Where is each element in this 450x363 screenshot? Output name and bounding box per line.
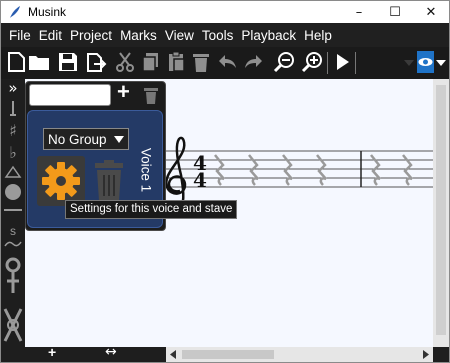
group-select-value: No Group	[48, 131, 107, 147]
toolbar-separator-2	[355, 52, 356, 74]
vertical-scroll-thumb[interactable]	[436, 85, 446, 335]
menu-help[interactable]: Help	[300, 28, 336, 43]
voice-settings-button[interactable]	[37, 156, 85, 206]
window-title: Musink	[28, 5, 67, 19]
pedal-icon[interactable]	[3, 257, 23, 295]
left-tool-strip: » ♯ ♭ s	[1, 79, 25, 347]
expand-panel-button[interactable]: »	[3, 79, 23, 97]
minimize-button[interactable]: –	[341, 1, 377, 23]
menu-playback[interactable]: Playback	[237, 28, 300, 43]
horizontal-scroll-thumb[interactable]	[182, 350, 274, 359]
vertical-scrollbar[interactable]	[433, 79, 449, 347]
menu-edit[interactable]: Edit	[35, 28, 66, 43]
sharp-icon[interactable]: ♯	[3, 121, 23, 140]
tie-icon[interactable]	[3, 305, 23, 345]
export-icon[interactable]	[85, 51, 107, 73]
toolbar-separator	[327, 52, 328, 74]
view-dropdown-icon[interactable]	[434, 51, 448, 73]
toolbar	[1, 47, 449, 79]
triangle-icon[interactable]	[3, 165, 23, 179]
app-window: Musink – ☐ ✕ File Edit Project Marks Vie…	[0, 0, 450, 363]
trash-icon	[95, 160, 123, 201]
menu-tools[interactable]: Tools	[198, 28, 238, 43]
close-button[interactable]: ✕	[413, 1, 449, 23]
delete-voice-icon[interactable]	[143, 87, 159, 105]
zoom-in-icon[interactable]	[301, 51, 323, 73]
flat-icon[interactable]: ♭	[3, 143, 23, 162]
time-signature-bottom: 4	[193, 168, 207, 192]
voice-label-text: Voice 1	[138, 147, 154, 193]
save-icon[interactable]	[57, 51, 79, 73]
window-controls: – ☐ ✕	[341, 1, 449, 23]
view-eye-icon[interactable]	[417, 51, 434, 73]
paste-icon[interactable]	[165, 51, 187, 73]
resize-panel-button[interactable]: ↔	[105, 344, 117, 360]
app-feather-icon	[10, 6, 20, 18]
gear-icon	[42, 162, 80, 200]
title-bar: Musink – ☐ ✕	[1, 1, 449, 23]
zoom-out-icon[interactable]	[273, 51, 295, 73]
horizontal-scrollbar[interactable]	[166, 347, 433, 362]
add-stave-button[interactable]: +	[48, 344, 56, 360]
menu-project[interactable]: Project	[66, 28, 116, 43]
copy-icon[interactable]	[140, 51, 162, 73]
delete-stave-button[interactable]	[88, 159, 130, 205]
voice-name-input[interactable]	[29, 84, 111, 106]
menu-view[interactable]: View	[161, 28, 198, 43]
menu-file[interactable]: File	[5, 28, 35, 43]
add-voice-button[interactable]: +	[117, 79, 130, 105]
treble-clef	[165, 136, 187, 210]
note-glyph-icon[interactable]	[3, 99, 23, 117]
redo-icon[interactable]	[243, 51, 265, 73]
menu-marks[interactable]: Marks	[116, 28, 161, 43]
scroll-right-icon[interactable]	[422, 350, 430, 359]
cut-icon[interactable]	[114, 51, 136, 73]
bar-tool-icon[interactable]	[3, 204, 23, 216]
delete-icon[interactable]	[190, 51, 212, 73]
scroll-left-icon[interactable]	[169, 350, 177, 359]
maximize-button[interactable]: ☐	[377, 1, 413, 23]
undo-icon[interactable]	[216, 51, 238, 73]
whole-note-icon[interactable]	[3, 183, 23, 201]
open-folder-icon[interactable]	[28, 51, 50, 73]
play-icon[interactable]	[331, 51, 353, 73]
new-icon[interactable]	[5, 51, 27, 73]
group-select[interactable]: No Group	[43, 128, 129, 150]
menu-bar: File Edit Project Marks View Tools Playb…	[1, 23, 449, 47]
settings-tooltip: Settings for this voice and stave	[65, 200, 238, 219]
wave-icon[interactable]	[3, 239, 23, 249]
s-label[interactable]: s	[3, 224, 23, 238]
chevron-down-icon	[114, 136, 124, 143]
